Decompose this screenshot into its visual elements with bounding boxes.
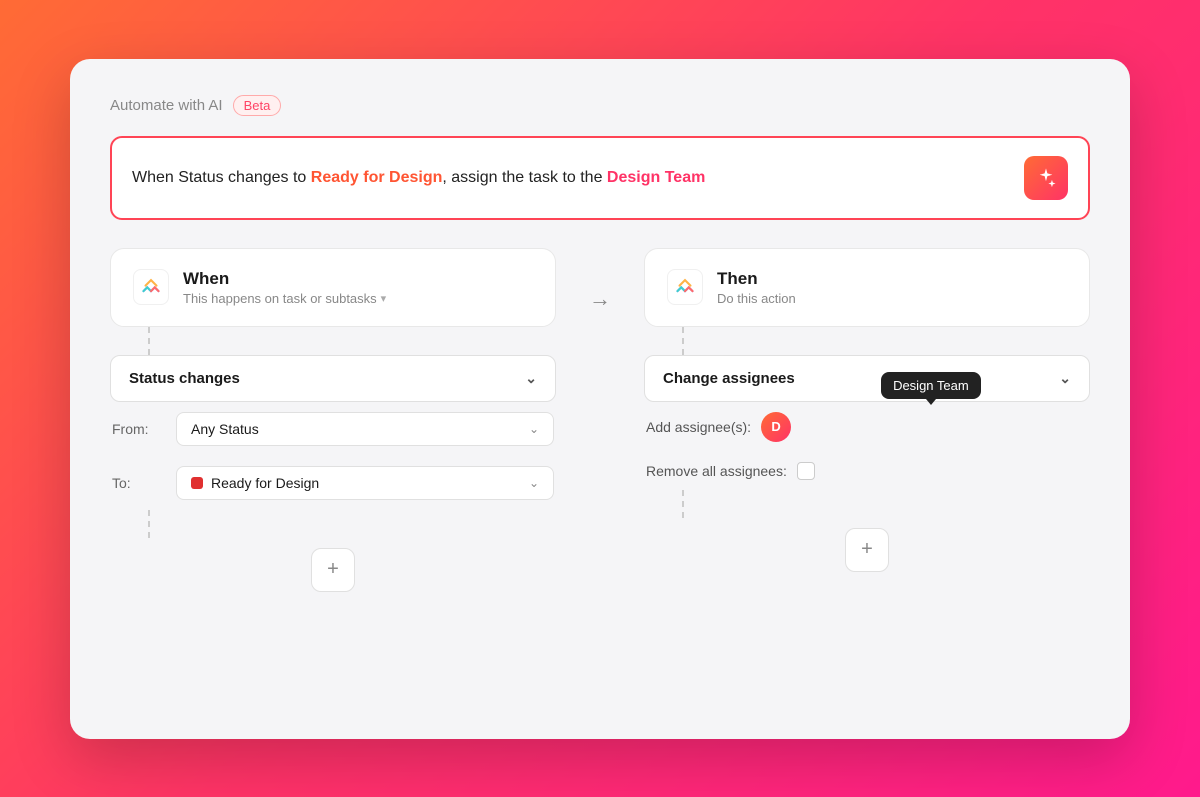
action-card-header: Then Do this action — [667, 269, 1067, 306]
header-row: Automate with AI Beta — [110, 95, 1090, 116]
change-assignees-chevron: ⌄ — [1059, 370, 1071, 387]
when-add-button[interactable]: + — [311, 548, 355, 592]
trigger-card: When This happens on task or subtasks ▾ — [110, 248, 556, 327]
clickup-logo-then — [667, 269, 703, 305]
clickup-icon-when — [140, 276, 162, 298]
from-label: From: — [112, 421, 164, 437]
ready-for-design-label: Ready for Design — [211, 475, 319, 491]
add-assignees-label: Add assignee(s): — [646, 419, 751, 435]
when-column: When This happens on task or subtasks ▾ … — [110, 248, 556, 592]
sparkle-icon — [1035, 167, 1057, 189]
assignee-initial: D — [771, 419, 780, 434]
prompt-highlight-ready-for-design: Ready for Design — [311, 169, 443, 186]
when-dashed-connector-top — [148, 327, 150, 355]
any-status-chevron: ⌄ — [529, 422, 539, 436]
change-assignees-dropdown[interactable]: Change assignees ⌄ — [644, 355, 1090, 402]
then-dashed-connector-top — [682, 327, 684, 355]
automate-label: Automate with AI — [110, 97, 223, 114]
trigger-subtitle-chevron: ▾ — [381, 292, 387, 305]
design-team-avatar[interactable]: D — [761, 412, 791, 442]
from-row: From: Any Status ⌄ — [110, 402, 556, 456]
workflow-arrow: → — [580, 248, 620, 312]
remove-assignees-row: Remove all assignees: — [644, 452, 1090, 490]
trigger-card-header: When This happens on task or subtasks ▾ — [133, 269, 533, 306]
main-card: Automate with AI Beta When Status change… — [70, 59, 1130, 739]
status-dot — [191, 477, 203, 489]
ready-for-design-dropdown[interactable]: Ready for Design ⌄ — [176, 466, 554, 500]
status-changes-dropdown[interactable]: Status changes ⌄ — [110, 355, 556, 402]
to-row: To: Ready for Design ⌄ — [110, 456, 556, 510]
any-status-dropdown[interactable]: Any Status ⌄ — [176, 412, 554, 446]
ai-prompt-text: When Status changes to Ready for Design,… — [132, 166, 705, 190]
ai-sparkle-button[interactable] — [1024, 156, 1068, 200]
trigger-title: When — [183, 269, 386, 289]
clickup-logo-when — [133, 269, 169, 305]
remove-label: Remove all assignees: — [646, 463, 787, 479]
when-dashed-connector-bottom — [148, 510, 150, 538]
action-title: Then — [717, 269, 796, 289]
ready-for-design-chevron: ⌄ — [529, 476, 539, 490]
prompt-text-middle: , assign the task to the — [442, 169, 607, 186]
status-changes-chevron: ⌄ — [525, 370, 537, 387]
trigger-title-group: When This happens on task or subtasks ▾ — [183, 269, 386, 306]
then-add-button[interactable]: + — [845, 528, 889, 572]
prompt-text-before: When Status changes to — [132, 169, 311, 186]
then-column: Then Do this action Change assignees ⌄ A… — [644, 248, 1090, 572]
workflow-area: When This happens on task or subtasks ▾ … — [110, 248, 1090, 592]
beta-badge: Beta — [233, 95, 282, 116]
action-card: Then Do this action — [644, 248, 1090, 327]
prompt-highlight-design-team: Design Team — [607, 169, 705, 186]
action-subtitle: Do this action — [717, 291, 796, 306]
status-changes-label: Status changes — [129, 370, 240, 387]
trigger-subtitle[interactable]: This happens on task or subtasks ▾ — [183, 291, 386, 306]
remove-assignees-checkbox[interactable] — [797, 462, 815, 480]
ai-prompt-box: When Status changes to Ready for Design,… — [110, 136, 1090, 220]
change-assignees-label: Change assignees — [663, 370, 795, 387]
assignee-container: D Design Team — [761, 412, 791, 442]
any-status-label: Any Status — [191, 421, 259, 437]
to-label: To: — [112, 475, 164, 491]
add-assignees-row: Add assignee(s): D Design Team — [644, 402, 1090, 452]
action-title-group: Then Do this action — [717, 269, 796, 306]
then-dashed-connector-bottom — [682, 490, 684, 518]
clickup-icon-then — [674, 276, 696, 298]
